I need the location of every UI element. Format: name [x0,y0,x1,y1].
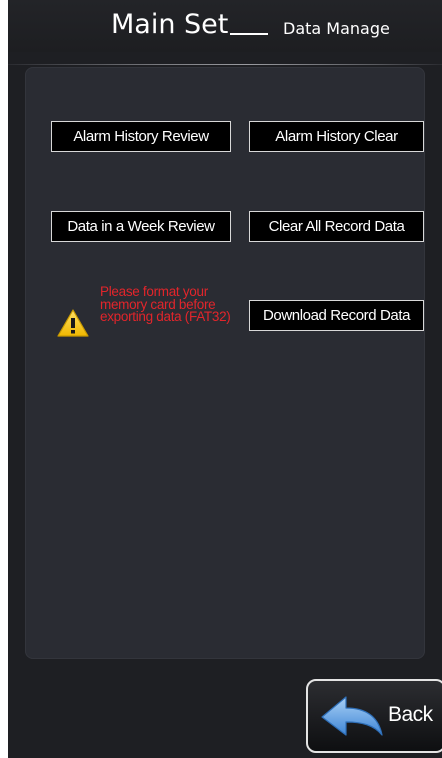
warning-triangle-icon [57,309,89,337]
data-manage-screen: Main Set Data Manage Alarm History Revie… [8,0,442,758]
clear-all-record-data-button[interactable]: Clear All Record Data [249,211,424,242]
data-week-review-button[interactable]: Data in a Week Review [51,211,231,242]
back-label: Back [388,703,433,726]
download-record-data-button[interactable]: Download Record Data [249,300,424,331]
back-arrow-icon [321,696,383,736]
alarm-history-review-button[interactable]: Alarm History Review [51,121,231,152]
title-bar: Main Set Data Manage [8,0,442,52]
title-divider [8,64,442,65]
data-manage-panel: Alarm History Review Alarm History Clear… [25,67,425,659]
title-separator-line [230,33,268,35]
alarm-history-clear-button[interactable]: Alarm History Clear [249,121,424,152]
back-button[interactable]: Back [306,679,442,753]
page-subtitle: Data Manage [283,19,390,38]
format-warning-text: Please format your memory card before ex… [100,284,231,324]
page-title: Main Set [111,9,229,40]
